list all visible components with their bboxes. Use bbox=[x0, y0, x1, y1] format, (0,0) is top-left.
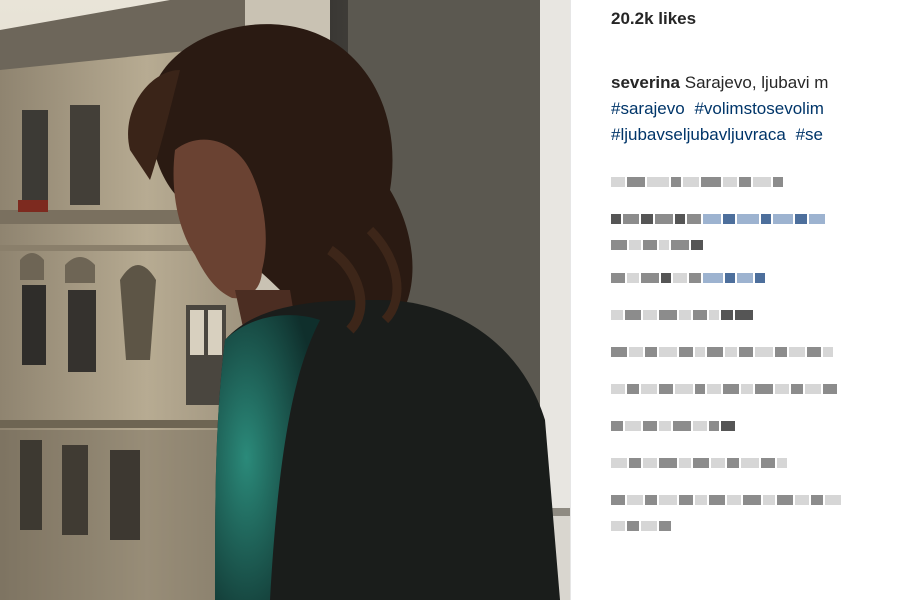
post-sidebar: 20.2k likes severina Sarajevo, ljubavi m… bbox=[570, 0, 900, 600]
comment-pixelated bbox=[611, 269, 900, 291]
comment-pixelated bbox=[611, 454, 900, 476]
caption-username[interactable]: severina bbox=[611, 73, 680, 92]
hashtag-link[interactable]: #se bbox=[796, 125, 823, 144]
likes-count[interactable]: 20.2k likes bbox=[611, 9, 696, 29]
comment-pixelated bbox=[611, 306, 900, 328]
caption-line-2: #sarajevo #volimstosevolim bbox=[611, 96, 900, 122]
comment-pixelated bbox=[611, 210, 900, 258]
comment-pixelated bbox=[611, 417, 900, 439]
instagram-post: 20.2k likes severina Sarajevo, ljubavi m… bbox=[0, 0, 900, 600]
comment-pixelated bbox=[611, 491, 900, 539]
caption-line-3: #ljubavseljubavljuvraca #se bbox=[611, 122, 900, 148]
hashtag-link[interactable]: #ljubavseljubavljuvraca bbox=[611, 125, 786, 144]
post-caption: severina Sarajevo, ljubavi m #sarajevo #… bbox=[611, 70, 900, 148]
hashtag-link[interactable]: #volimstosevolim bbox=[694, 99, 823, 118]
caption-line-1: severina Sarajevo, ljubavi m bbox=[611, 70, 900, 96]
comment-pixelated bbox=[611, 343, 900, 365]
caption-text: Sarajevo, ljubavi m bbox=[684, 73, 829, 92]
comment-pixelated bbox=[611, 380, 900, 402]
photo-illustration bbox=[0, 0, 570, 600]
comment-list bbox=[611, 173, 900, 550]
hashtag-link[interactable]: #sarajevo bbox=[611, 99, 685, 118]
post-photo[interactable] bbox=[0, 0, 570, 600]
comment-pixelated bbox=[611, 173, 900, 195]
